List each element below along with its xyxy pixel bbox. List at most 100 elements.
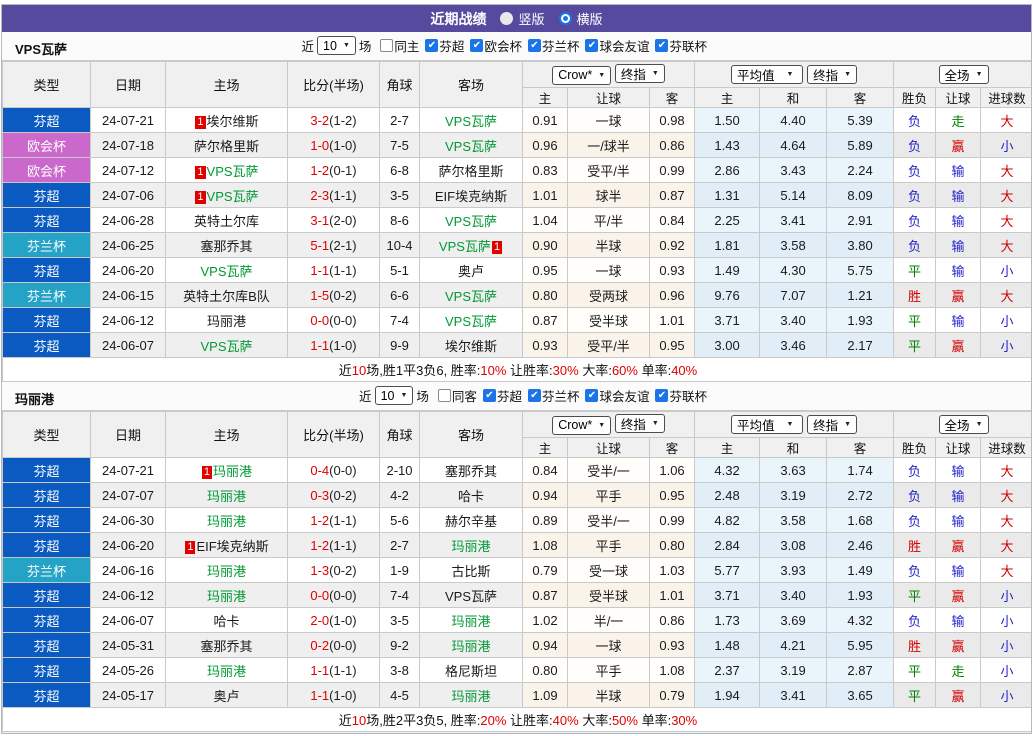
match-score: 1-1(1-1) bbox=[287, 257, 380, 283]
corner-score: 6-6 bbox=[379, 282, 420, 308]
league-filter-0-3[interactable]: ✔ 球会友谊 bbox=[585, 36, 649, 55]
average-select[interactable]: 平均值 ▼ bbox=[731, 65, 804, 84]
final-index-select[interactable]: 终指 ▼ bbox=[614, 414, 665, 434]
same-venue-filter[interactable]: 同主 bbox=[380, 36, 419, 55]
final-index-select[interactable]: 终指 ▼ bbox=[614, 64, 665, 84]
result-handicap: 赢 bbox=[935, 582, 982, 608]
handicap-odds-away: 0.95 bbox=[648, 482, 696, 508]
avg-odds-home: 1.31 bbox=[694, 182, 761, 208]
result-wdl: 平 bbox=[893, 582, 937, 608]
result-goals: 大 bbox=[980, 157, 1031, 183]
league-checkbox[interactable]: ✔ bbox=[482, 389, 496, 402]
away-team: 萨尔格里斯 bbox=[419, 157, 523, 183]
final-index-select[interactable]: 终指 ▼ bbox=[807, 415, 858, 434]
view-option-label: 横版 bbox=[576, 12, 603, 27]
corner-score: 8-6 bbox=[379, 207, 420, 233]
result-wdl: 平 bbox=[893, 307, 937, 333]
league-checkbox[interactable]: ✔ bbox=[425, 39, 439, 52]
match-row: 芬兰杯 24-06-16 玛丽港 1-3(0-2) 1-9 古比斯 0.79 受一球 1.03 5… bbox=[2, 557, 1031, 583]
match-count-select[interactable]: 10 ▼ bbox=[317, 36, 356, 55]
match-score: 1-1(1-0) bbox=[287, 332, 380, 358]
match-score: 1-0(1-0) bbox=[287, 132, 380, 158]
result-wdl: 负 bbox=[893, 507, 937, 533]
result-wdl: 负 bbox=[893, 607, 937, 633]
corner-score: 9-9 bbox=[379, 332, 420, 358]
match-row: 欧会杯 24-07-12 1 VPS瓦萨 1-2(0-1) 6-8 萨尔格里斯 0.83 受平/… bbox=[2, 157, 1031, 183]
sub-column-header: 主 bbox=[522, 437, 568, 458]
avg-odds-home: 3.00 bbox=[694, 332, 761, 358]
bookmaker-select[interactable]: Crow* ▼ bbox=[552, 65, 612, 85]
home-team: 英特土尔库 bbox=[165, 207, 288, 233]
away-team: 塞那乔其 bbox=[419, 457, 523, 483]
summary-segment: 单率: bbox=[637, 363, 672, 378]
league-filter-1-0[interactable]: ✔ 芬超 bbox=[482, 386, 522, 405]
avg-odds-home: 2.48 bbox=[694, 482, 761, 508]
league-filter-0-2[interactable]: ✔ 芬兰杯 bbox=[527, 36, 579, 55]
away-team-name: VPS瓦萨 bbox=[444, 138, 497, 154]
summary-segment: 30% bbox=[552, 363, 579, 378]
league-type-cell: 芬超 bbox=[2, 207, 91, 233]
sub-column-header: 和 bbox=[759, 437, 828, 458]
avg-odds-draw: 3.40 bbox=[759, 307, 828, 333]
select-value: 全场 bbox=[944, 419, 970, 433]
match-score: 0-0(0-0) bbox=[287, 582, 380, 608]
same-venue-checkbox[interactable] bbox=[380, 39, 394, 52]
view-option-horizontal[interactable]: 横版 bbox=[558, 9, 603, 28]
corner-score: 9-2 bbox=[379, 632, 420, 658]
league-filter-0-0[interactable]: ✔ 芬超 bbox=[425, 36, 464, 55]
match-row: 芬超 24-06-12 玛丽港 0-0(0-0) 7-4 VPS瓦萨 0.87 受半球 1.01… bbox=[2, 307, 1031, 333]
league-filter-0-4[interactable]: ✔ 芬联杯 bbox=[655, 36, 707, 55]
sub-column-header: 和 bbox=[759, 87, 828, 108]
match-row: 芬超 24-05-26 玛丽港 1-1(1-1) 3-8 格尼斯坦 0.80 平手 1.08 2.… bbox=[2, 657, 1031, 683]
league-checkbox[interactable]: ✔ bbox=[527, 39, 541, 52]
same-venue-filter[interactable]: 同客 bbox=[437, 386, 477, 405]
same-venue-checkbox[interactable] bbox=[437, 389, 451, 402]
home-team: 1 EIF埃克纳斯 bbox=[165, 532, 288, 558]
match-date: 24-07-06 bbox=[90, 182, 166, 208]
results-table: 类型 日期 主场 比分(半场) 角球 客场 Crow* ▼ 终指 ▼ 平均值 ▼ 终指 ▼ 全场 ▼ 主让球… bbox=[2, 61, 1031, 382]
scope-select[interactable]: 全场 ▼ bbox=[938, 415, 989, 434]
league-filter-1-3[interactable]: ✔ 芬联杯 bbox=[655, 386, 707, 405]
bookmaker-select[interactable]: Crow* ▼ bbox=[552, 415, 612, 435]
match-date: 24-06-07 bbox=[90, 607, 166, 633]
near-label: 近 bbox=[301, 40, 315, 54]
select-value: Crow* bbox=[558, 418, 593, 433]
match-count-select[interactable]: 10 ▼ bbox=[374, 386, 414, 405]
radio-selected-icon bbox=[558, 12, 572, 25]
handicap-odds-away: 0.99 bbox=[648, 507, 696, 533]
scope-select[interactable]: 全场 ▼ bbox=[938, 65, 989, 84]
home-team-name: 玛丽港 bbox=[206, 513, 246, 529]
avg-odds-home: 2.25 bbox=[694, 207, 761, 233]
league-filter-label: 球会友谊 bbox=[599, 390, 650, 404]
avg-odds-home: 1.49 bbox=[694, 257, 761, 283]
away-team-name: 玛丽港 bbox=[451, 613, 491, 629]
league-checkbox[interactable]: ✔ bbox=[585, 389, 599, 402]
average-select[interactable]: 平均值 ▼ bbox=[731, 415, 804, 434]
match-score: 1-3(0-2) bbox=[287, 557, 380, 583]
league-checkbox[interactable]: ✔ bbox=[470, 39, 484, 52]
league-checkbox[interactable]: ✔ bbox=[655, 389, 669, 402]
away-team: 玛丽港 bbox=[419, 607, 523, 633]
filter-controls: 近 10 ▼ 场同客 ✔ 芬超 ✔ 芬兰杯 ✔ 球会友谊 ✔ 芬联杯 bbox=[359, 386, 707, 405]
league-checkbox[interactable]: ✔ bbox=[585, 39, 599, 52]
final-index-select[interactable]: 终指 ▼ bbox=[807, 65, 858, 84]
league-filter-0-1[interactable]: ✔ 欧会杯 bbox=[470, 36, 522, 55]
league-filter-1-1[interactable]: ✔ 芬兰杯 bbox=[527, 386, 579, 405]
match-row: 芬超 24-05-31 塞那乔其 0-2(0-0) 9-2 玛丽港 0.94 一球 0.93 1.… bbox=[2, 632, 1031, 658]
league-type-cell: 芬超 bbox=[2, 257, 91, 283]
league-filter-1-2[interactable]: ✔ 球会友谊 bbox=[585, 386, 649, 405]
match-score: 0-0(0-0) bbox=[287, 307, 380, 333]
away-team: VPS瓦萨 1 bbox=[419, 232, 523, 258]
view-option-vertical[interactable]: 竖版 bbox=[500, 9, 545, 28]
avg-odds-home: 4.82 bbox=[694, 507, 761, 533]
avg-odds-away: 2.87 bbox=[826, 657, 895, 683]
league-checkbox[interactable]: ✔ bbox=[655, 39, 669, 52]
result-wdl: 胜 bbox=[893, 282, 937, 308]
match-score: 1-1(1-0) bbox=[287, 682, 380, 708]
away-team-name: 塞那乔其 bbox=[444, 463, 497, 479]
sub-column-header: 进球数 bbox=[980, 87, 1031, 108]
handicap-line: 受两球 bbox=[567, 282, 650, 308]
league-type-cell: 芬超 bbox=[2, 582, 91, 608]
league-checkbox[interactable]: ✔ bbox=[527, 389, 541, 402]
select-value: 终指 bbox=[620, 418, 646, 433]
